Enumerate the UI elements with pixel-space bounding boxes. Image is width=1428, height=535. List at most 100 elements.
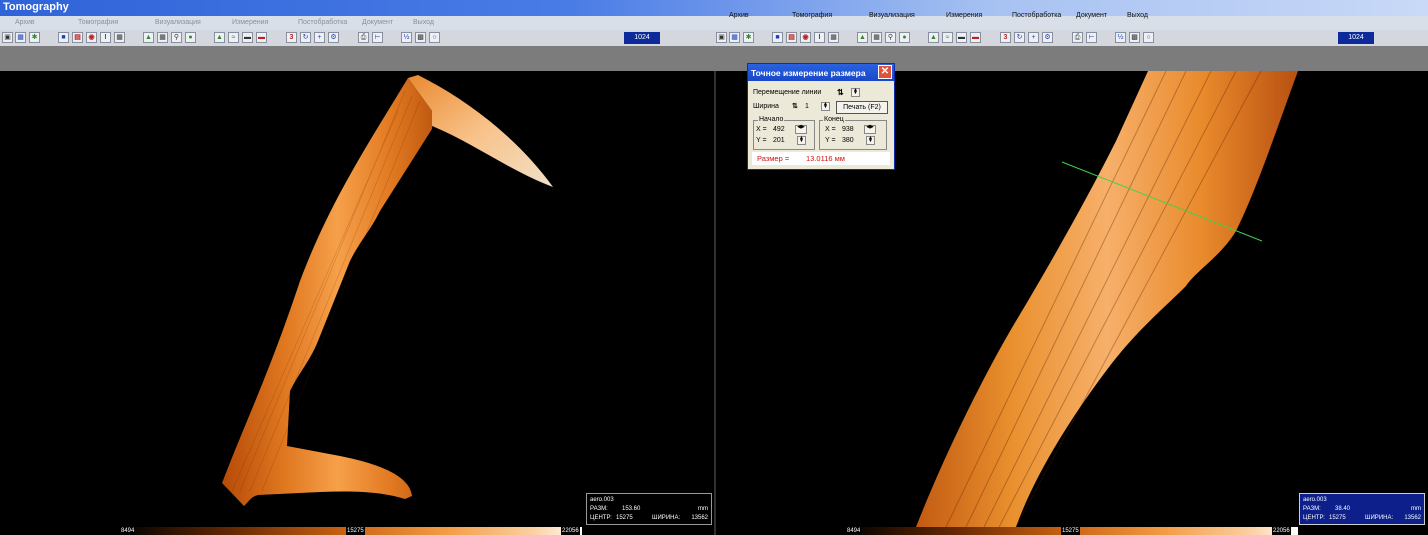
ir-icon[interactable]: I bbox=[814, 32, 825, 43]
end-y-value[interactable]: 380 bbox=[842, 137, 854, 144]
start-x-spinner[interactable]: ◀▶ bbox=[795, 125, 807, 134]
close-icon[interactable]: ✕ bbox=[878, 65, 892, 79]
open-icon[interactable]: ▣ bbox=[716, 32, 727, 43]
colorbar-mid: 15275 bbox=[1061, 527, 1080, 535]
ct-icon[interactable]: ▤ bbox=[786, 32, 797, 43]
start-y-value[interactable]: 201 bbox=[773, 137, 785, 144]
scanner-icon[interactable]: ■ bbox=[772, 32, 783, 43]
end-x-spinner[interactable]: ◀▶ bbox=[864, 125, 876, 134]
settings-icon[interactable]: ✱ bbox=[743, 32, 754, 43]
histogram-icon[interactable]: ▲ bbox=[928, 32, 939, 43]
dialog-title: Точное измерение размера bbox=[751, 68, 866, 78]
zoom-icon[interactable]: ⚲ bbox=[885, 32, 896, 43]
viewport-left[interactable] bbox=[0, 71, 714, 527]
open-icon[interactable]: ▣ bbox=[2, 32, 13, 43]
colorbar-min: 8494 bbox=[846, 527, 862, 535]
move-line-spinner[interactable]: ▲ ▼ bbox=[851, 88, 860, 97]
crosshair-icon[interactable]: + bbox=[1028, 32, 1039, 43]
zoomed-blade bbox=[916, 71, 1298, 527]
size-label: РАЗМ: bbox=[1303, 506, 1321, 512]
save-icon[interactable]: ▦ bbox=[15, 32, 26, 43]
menu-item-document[interactable]: Документ bbox=[362, 19, 393, 26]
rotate-icon[interactable]: ↻ bbox=[1014, 32, 1025, 43]
axis-icon[interactable]: ⊢ bbox=[372, 32, 383, 43]
width-value[interactable]: 1 bbox=[805, 103, 809, 110]
center-label: ЦЕНТР: bbox=[1303, 515, 1325, 521]
grid-icon[interactable]: ▦ bbox=[828, 32, 839, 43]
size-unit: mm bbox=[698, 506, 708, 512]
menu-item-archive[interactable]: Архив bbox=[15, 19, 35, 26]
paint-icon[interactable]: ● bbox=[899, 32, 910, 43]
bar-icon[interactable]: ▬ bbox=[956, 32, 967, 43]
start-x-value[interactable]: 492 bbox=[773, 126, 785, 133]
dataset-name: aero.003 bbox=[590, 497, 614, 503]
gear-icon[interactable]: ⚙ bbox=[1042, 32, 1053, 43]
print-button[interactable]: Печать (F2) bbox=[836, 101, 888, 114]
settings-icon[interactable]: ✱ bbox=[29, 32, 40, 43]
menu-item-exit[interactable]: Выход bbox=[1127, 12, 1148, 19]
menu-item-archive[interactable]: Архив bbox=[729, 12, 749, 19]
size-unit: mm bbox=[1411, 506, 1421, 512]
window-row: ЦЕНТР: 15275 ШИРИНА: 13562 bbox=[590, 514, 708, 523]
rotate-icon[interactable]: ↻ bbox=[300, 32, 311, 43]
exit-door-icon[interactable]: ▩ bbox=[1129, 32, 1140, 43]
ruler-icon[interactable]: ▬ bbox=[256, 32, 267, 43]
menu-item-visualization[interactable]: Визуализация bbox=[155, 19, 201, 26]
grid-icon[interactable]: ▦ bbox=[114, 32, 125, 43]
menu-item-exit[interactable]: Выход bbox=[413, 19, 434, 26]
3d-icon[interactable]: 3 bbox=[286, 32, 297, 43]
center-label: ЦЕНТР: bbox=[590, 515, 612, 521]
print-icon[interactable]: ⎙ bbox=[358, 32, 369, 43]
end-y-spinner[interactable]: ▲ ▼ bbox=[866, 136, 875, 145]
filter-icon[interactable]: ▦ bbox=[871, 32, 882, 43]
scanner-icon[interactable]: ■ bbox=[58, 32, 69, 43]
fraction-icon[interactable]: ½ bbox=[1115, 32, 1126, 43]
colorbar-min: 8494 bbox=[120, 527, 136, 535]
save-icon[interactable]: ▦ bbox=[729, 32, 740, 43]
3d-icon[interactable]: 3 bbox=[1000, 32, 1011, 43]
ruler-icon[interactable]: ▬ bbox=[970, 32, 981, 43]
profile-icon[interactable]: ▲ bbox=[143, 32, 154, 43]
menu-item-tomography[interactable]: Томография bbox=[792, 12, 832, 19]
menu-item-document[interactable]: Документ bbox=[1076, 12, 1107, 19]
bar-icon[interactable]: ▬ bbox=[242, 32, 253, 43]
move-arrows-icon[interactable]: ⇅ bbox=[837, 88, 844, 97]
zoom-icon[interactable]: ⚲ bbox=[171, 32, 182, 43]
gear-icon[interactable]: ⚙ bbox=[328, 32, 339, 43]
fraction-icon[interactable]: ½ bbox=[401, 32, 412, 43]
profile-icon[interactable]: ▲ bbox=[857, 32, 868, 43]
ct-icon[interactable]: ▤ bbox=[72, 32, 83, 43]
result-box: Размер = 13.0116 мм bbox=[752, 152, 890, 165]
colorbar-mid: 15275 bbox=[346, 527, 365, 535]
menu-item-measurements[interactable]: Измерения bbox=[232, 19, 268, 26]
help-icon[interactable]: ○ bbox=[1143, 32, 1154, 43]
width-label: ШИРИНА: bbox=[652, 515, 681, 521]
wave-icon[interactable]: ≈ bbox=[942, 32, 953, 43]
histogram-icon[interactable]: ▲ bbox=[214, 32, 225, 43]
start-y-spinner[interactable]: ▲ ▼ bbox=[797, 136, 806, 145]
help-icon[interactable]: ○ bbox=[429, 32, 440, 43]
menu-item-postprocessing[interactable]: Постобработка bbox=[1012, 12, 1061, 19]
width-label: ШИРИНА: bbox=[1365, 515, 1394, 521]
print-icon[interactable]: ⎙ bbox=[1072, 32, 1083, 43]
paint-icon[interactable]: ● bbox=[185, 32, 196, 43]
menu-item-postprocessing[interactable]: Постобработка bbox=[298, 19, 347, 26]
size-value: 153.60 bbox=[622, 506, 641, 512]
colorbar-max: 22056 bbox=[561, 527, 580, 535]
end-group-label: Конец bbox=[823, 116, 845, 123]
target-icon[interactable]: ◉ bbox=[800, 32, 811, 43]
menu-item-visualization[interactable]: Визуализация bbox=[869, 12, 915, 19]
width-spinner[interactable]: ▲ ▼ bbox=[821, 102, 830, 111]
menu-item-measurements[interactable]: Измерения bbox=[946, 12, 982, 19]
end-x-value[interactable]: 938 bbox=[842, 126, 854, 133]
filter-icon[interactable]: ▦ bbox=[157, 32, 168, 43]
exit-door-icon[interactable]: ▩ bbox=[415, 32, 426, 43]
target-icon[interactable]: ◉ bbox=[86, 32, 97, 43]
wave-icon[interactable]: ≈ bbox=[228, 32, 239, 43]
end-x-label: X = bbox=[825, 126, 836, 133]
axis-icon[interactable]: ⊢ bbox=[1086, 32, 1097, 43]
ir-icon[interactable]: I bbox=[100, 32, 111, 43]
crosshair-icon[interactable]: + bbox=[314, 32, 325, 43]
menu-item-tomography[interactable]: Томография bbox=[78, 19, 118, 26]
size-row: РАЗМ: 38.40 mm bbox=[1303, 505, 1421, 514]
